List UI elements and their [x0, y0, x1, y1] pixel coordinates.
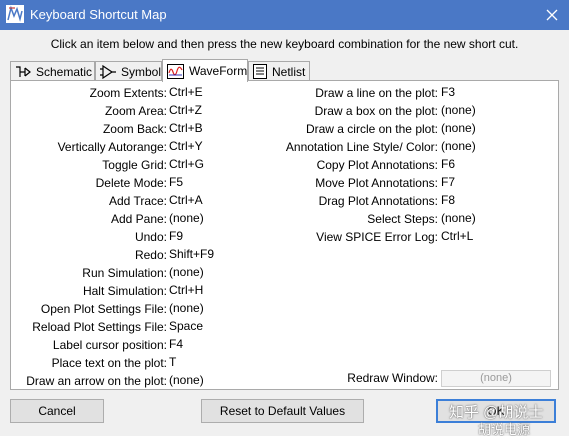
shortcut-field[interactable]: (none) — [441, 121, 476, 135]
cancel-button[interactable]: Cancel — [10, 399, 104, 423]
shortcut-label: Drag Plot Annotations: — [318, 194, 438, 208]
shortcut-label: Redraw Window: — [347, 371, 438, 385]
shortcut-field[interactable]: F8 — [441, 193, 455, 207]
shortcut-field[interactable]: (none) — [441, 139, 476, 153]
shortcut-label: Copy Plot Annotations: — [316, 158, 438, 172]
shortcut-field[interactable]: (none) — [169, 265, 204, 279]
ltspice-app-icon — [6, 5, 24, 23]
shortcut-field[interactable]: Ctrl+H — [169, 283, 203, 297]
shortcut-row-reload-plot-settings-file: Reload Plot Settings File: — [11, 319, 167, 336]
shortcut-row-select-steps: Select Steps: — [11, 211, 438, 228]
instruction-text: Click an item below and then press the n… — [50, 37, 519, 51]
shortcut-row-open-plot-settings-file: Open Plot Settings File: — [11, 301, 167, 318]
shortcut-row-draw-a-box-on-the-plot: Draw a box on the plot: — [11, 103, 438, 120]
title-bar: Keyboard Shortcut Map — [0, 0, 569, 30]
shortcut-row-draw-a-circle-on-the-plot: Draw a circle on the plot: — [11, 121, 438, 138]
shortcut-label: Open Plot Settings File: — [40, 302, 167, 316]
tab-waveform[interactable]: WaveForm — [162, 59, 248, 82]
shortcut-field[interactable]: F7 — [441, 175, 455, 189]
waveform-icon — [167, 63, 184, 79]
shortcut-label: Label cursor position: — [52, 338, 167, 352]
tab-symbol[interactable]: Symbol — [95, 61, 162, 81]
shortcut-label: Annotation Line Style/ Color: — [285, 140, 438, 154]
shortcut-label: Draw a box on the plot: — [314, 104, 438, 118]
tab-label: Schematic — [36, 64, 93, 79]
shortcut-row-run-simulation: Run Simulation: — [11, 265, 167, 282]
shortcut-field[interactable]: Shift+F9 — [169, 247, 214, 261]
window-title: Keyboard Shortcut Map — [30, 7, 167, 22]
netlist-icon — [253, 64, 267, 79]
shortcut-label: Select Steps: — [367, 212, 438, 226]
shortcut-field[interactable]: F3 — [441, 85, 455, 99]
shortcut-field[interactable]: T — [169, 355, 176, 369]
shortcut-label: Move Plot Annotations: — [315, 176, 438, 190]
schematic-icon — [16, 65, 31, 77]
shortcut-label: Run Simulation: — [82, 266, 167, 280]
shortcut-row-drag-plot-annotations: Drag Plot Annotations: — [11, 193, 438, 210]
tab-label: Symbol — [121, 64, 162, 79]
shortcut-label: Draw a line on the plot: — [315, 86, 438, 100]
shortcut-label: View SPICE Error Log: — [316, 230, 438, 244]
shortcut-label: Draw a circle on the plot: — [305, 122, 438, 136]
shortcut-field[interactable]: (none) — [169, 301, 204, 315]
shortcut-field[interactable]: (none) — [441, 370, 551, 387]
shortcut-row-copy-plot-annotations: Copy Plot Annotations: — [11, 157, 438, 174]
shortcut-field[interactable]: F6 — [441, 157, 455, 171]
tab-label: WaveForm — [189, 64, 248, 78]
shortcut-label: Reload Plot Settings File: — [32, 320, 167, 334]
close-icon[interactable] — [535, 0, 569, 30]
tab-label: Netlist — [272, 64, 306, 79]
watermark-line2: 胡说电源 — [478, 422, 531, 436]
symbol-icon — [100, 64, 116, 79]
shortcut-row-redo: Redo: — [11, 247, 167, 264]
shortcut-row-draw-a-line-on-the-plot: Draw a line on the plot: — [11, 85, 438, 102]
shortcut-row-label-cursor-position: Label cursor position: — [11, 337, 167, 354]
shortcut-field[interactable]: (none) — [441, 103, 476, 117]
shortcut-field[interactable]: F4 — [169, 337, 183, 351]
shortcut-row-move-plot-annotations: Move Plot Annotations: — [11, 175, 438, 192]
shortcut-row-annotation-line-style-color: Annotation Line Style/ Color: — [11, 139, 438, 156]
shortcut-field[interactable]: Space — [169, 319, 203, 333]
reset-to-default-button[interactable]: Reset to Default Values — [201, 399, 364, 423]
shortcut-field[interactable]: (none) — [441, 211, 476, 225]
shortcut-row-halt-simulation: Halt Simulation: — [11, 283, 167, 300]
shortcut-field[interactable]: Ctrl+L — [441, 229, 473, 243]
tab-schematic[interactable]: Schematic — [10, 61, 95, 81]
tab-netlist[interactable]: Netlist — [248, 61, 310, 81]
shortcut-panel: Zoom Extents: Ctrl+E Zoom Area: Ctrl+Z Zoom … — [10, 80, 559, 390]
shortcut-row-view-spice-error-log: View SPICE Error Log: — [11, 229, 438, 246]
shortcut-row-redraw-window: Redraw Window: — [11, 370, 438, 387]
shortcut-label: Redo: — [134, 248, 167, 262]
shortcut-label: Halt Simulation: — [82, 284, 167, 298]
